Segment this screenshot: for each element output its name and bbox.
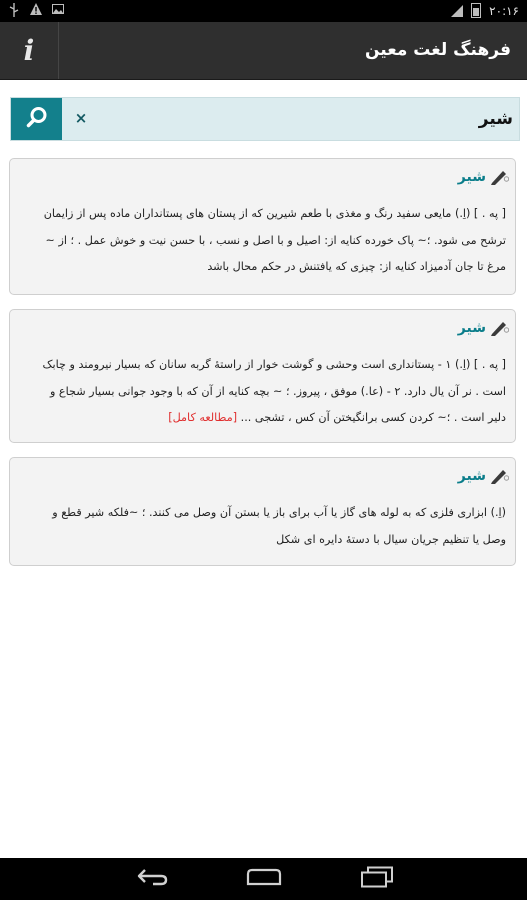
search-input[interactable]: [113, 98, 513, 140]
app-bar: i فرهنگ لغت معین: [0, 22, 527, 80]
result-word: شیر: [457, 320, 486, 336]
pen-icon: [489, 319, 510, 337]
signal-icon: [451, 4, 464, 17]
status-time: ۲۰:۱۶: [489, 3, 519, 18]
definition-line: وصل یا تنظیم جریان سیال با دستهٔ دایره ا…: [276, 532, 506, 546]
clear-search-button[interactable]: ×: [72, 108, 90, 128]
search-button[interactable]: [11, 98, 62, 140]
pen-icon: [489, 467, 510, 485]
search-bar: ×: [10, 97, 520, 141]
definition-line: مرغ تا جان آدمیزاد کنایه از: چیزی که یاف…: [207, 260, 506, 273]
definition-line: است . نر آن یال دارد. ۲ - (عا.) موفق ، پ…: [49, 384, 506, 398]
home-icon: [246, 868, 282, 890]
result-definition: (اِ.) ابزاری فلزی که به لوله های گاز یا …: [19, 500, 506, 553]
result-card[interactable]: شیر (اِ.) ابزاری فلزی که به لوله های گاز…: [9, 457, 516, 566]
read-more-link[interactable]: [مطالعه کامل]: [168, 411, 237, 424]
definition-line: (اِ.) ابزاری فلزی که به لوله های گاز یا …: [52, 506, 506, 519]
recent-apps-icon: [360, 866, 394, 892]
back-button[interactable]: [132, 866, 172, 892]
result-card[interactable]: شیر [ په . ] (اِ.) مایعی سفید رنگ و مغذی…: [9, 158, 516, 295]
info-button[interactable]: i: [0, 22, 59, 79]
result-definition: [ په . ] (اِ.) مایعی سفید رنگ و مغذی با …: [19, 201, 506, 281]
navigation-bar: [0, 858, 527, 900]
result-word: شیر: [457, 468, 486, 484]
warning-icon: [30, 3, 42, 17]
definition-line: ترشح می شود. ؛~ پاک خورده کنایه از: اصیل…: [45, 233, 506, 247]
image-icon: [52, 3, 64, 17]
home-button[interactable]: [244, 866, 284, 892]
definition-line: [ په . ] (اِ.) ۱ - پستانداری است وحشی و …: [42, 358, 507, 371]
pen-icon: [489, 168, 510, 186]
app-title: فرهنگ لغت معین: [364, 40, 511, 60]
status-bar: ۲۰:۱۶: [0, 0, 527, 22]
result-definition: [ په . ] (اِ.) ۱ - پستانداری است وحشی و …: [19, 352, 507, 432]
definition-line-with-link: دلیر است . ؛~ کردن کسی برانگیختن آن کس ،…: [19, 405, 506, 432]
back-icon: [135, 867, 169, 891]
definition-line: [ په . ] (اِ.) مایعی سفید رنگ و مغذی با …: [43, 207, 506, 220]
search-icon: [25, 105, 49, 133]
recent-apps-button[interactable]: [357, 866, 397, 892]
battery-icon: [471, 3, 482, 18]
result-word: شیر: [457, 169, 486, 185]
result-card[interactable]: شیر [ په . ] (اِ.) ۱ - پستانداری است وحش…: [9, 309, 516, 443]
usb-icon: [8, 3, 20, 17]
definition-line: دلیر است . ؛~ کردن کسی برانگیختن آن کس ،…: [240, 411, 506, 424]
